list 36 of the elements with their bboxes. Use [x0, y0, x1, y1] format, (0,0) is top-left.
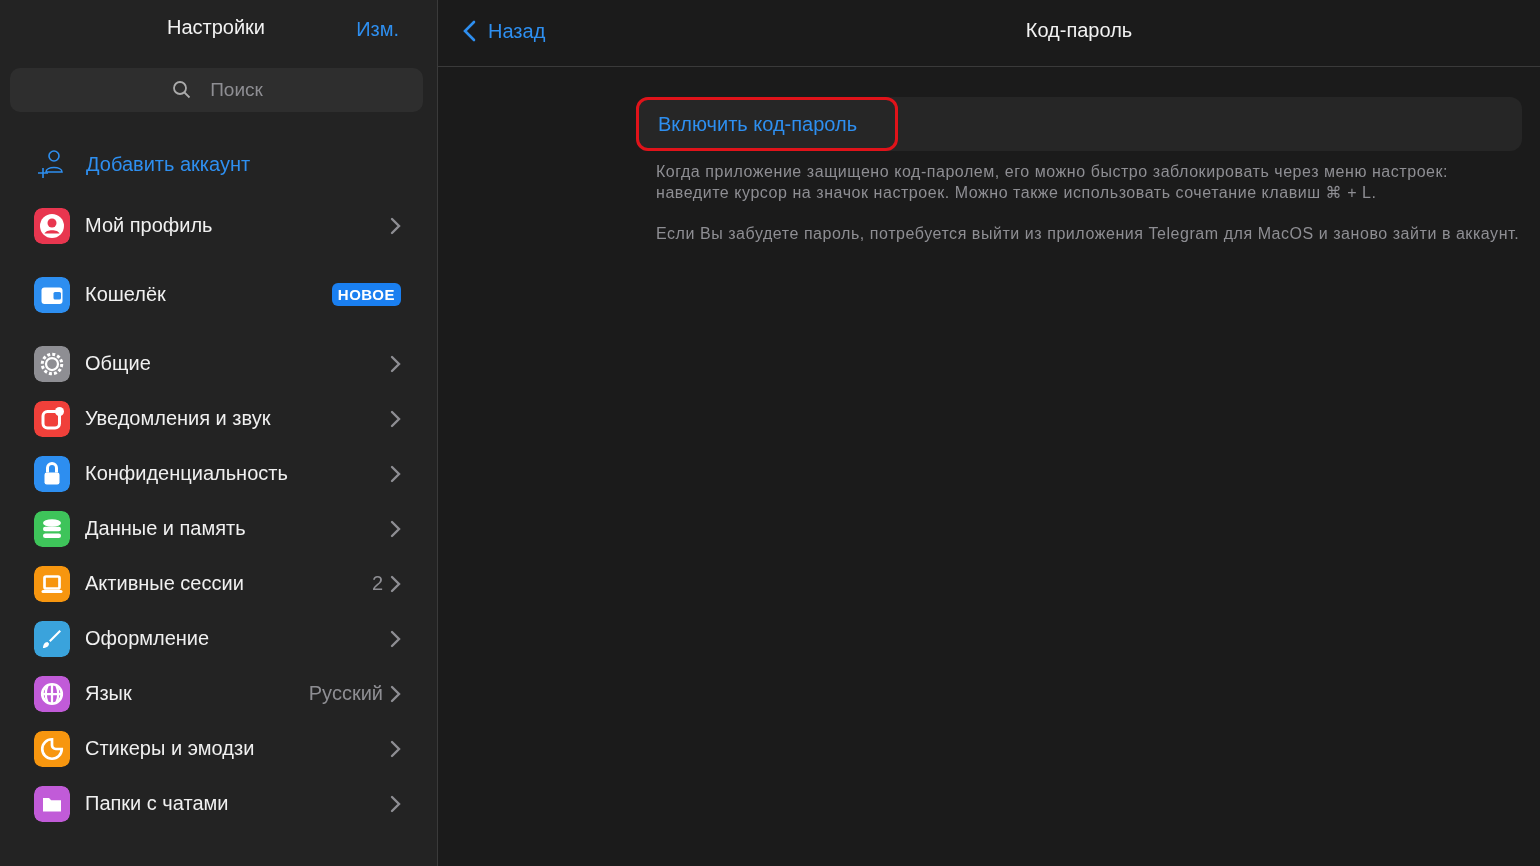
page-title: Код-пароль — [1025, 19, 1133, 42]
back-button[interactable]: Назад — [463, 19, 546, 43]
settings-label: Уведомления и звук — [85, 407, 272, 430]
settings-value: Русский — [308, 682, 383, 705]
new-badge: НОВОЕ — [331, 283, 401, 306]
enable-passcode-button[interactable]: Включить код-пароль — [636, 97, 899, 151]
add-account-button[interactable]: Добавить аккаунт — [36, 148, 437, 180]
edit-button[interactable]: Изм. — [356, 17, 399, 41]
search-icon — [172, 80, 192, 100]
settings-label: Кошелёк — [85, 283, 167, 306]
settings-item[interactable]: Общие — [0, 336, 437, 391]
settings-label: Мой профиль — [85, 214, 214, 237]
settings-item[interactable]: Активные сессии 2 — [0, 556, 437, 611]
settings-item[interactable]: Папки с чатами — [0, 776, 437, 831]
settings-item[interactable]: Стикеры и эмодзи — [0, 721, 437, 776]
settings-label: Конфиденциальность — [85, 462, 289, 485]
settings-label: Общие — [85, 352, 152, 375]
settings-item[interactable]: Данные и память — [0, 501, 437, 556]
settings-label: Активные сессии — [85, 572, 245, 595]
settings-item[interactable]: Кошелёк НОВОЕ — [0, 267, 437, 322]
settings-value: 2 — [371, 572, 383, 595]
settings-item[interactable]: Мой профиль — [0, 198, 437, 253]
description-text: Если Вы забудете пароль, потребуется выйти из приложения Telegram для MacOS и заново зайти в аккаунт. — [656, 224, 1521, 244]
settings-label: Язык — [85, 682, 133, 705]
settings-item[interactable]: Язык Русский — [0, 666, 437, 721]
sidebar-title: Настройки — [166, 16, 266, 39]
chevron-left-icon — [463, 20, 476, 42]
settings-item[interactable]: Оформление — [0, 611, 437, 666]
description-text: Когда приложение защищено код-паролем, его можно быстро заблокировать через меню настроек: наведите курсор на значок настроек. Можно также использовать сочетание клавиш ⌘ + L. — [656, 162, 1450, 203]
search-field[interactable]: Поиск — [10, 68, 423, 112]
settings-label: Стикеры и эмодзи — [85, 737, 256, 760]
settings-item[interactable]: Уведомления и звук — [0, 391, 437, 446]
settings-label: Оформление — [85, 627, 211, 650]
settings-label: Данные и память — [85, 517, 247, 540]
settings-label: Папки с чатами — [85, 792, 230, 815]
settings-item[interactable]: Конфиденциальность — [0, 446, 437, 501]
